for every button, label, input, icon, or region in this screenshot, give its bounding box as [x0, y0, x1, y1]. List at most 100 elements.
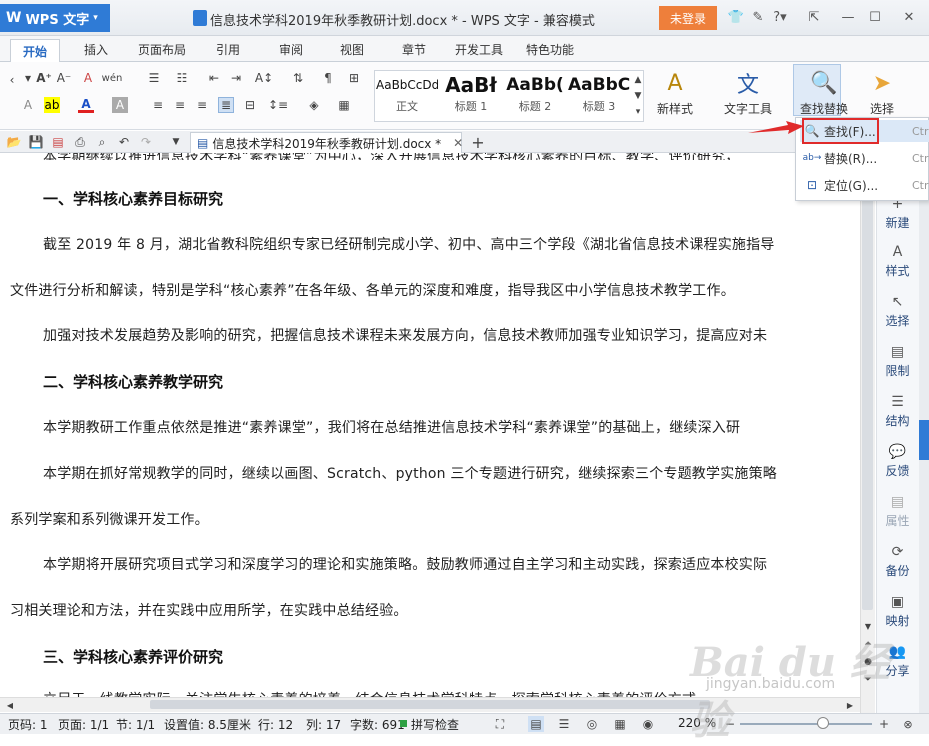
preview-icon[interactable]: ⌕ [94, 134, 110, 150]
skin-icon[interactable]: 👕 [727, 8, 745, 26]
decrease-indent-icon[interactable]: ⇤ [206, 70, 222, 86]
menu-item-goto[interactable]: ⊡ 定位(G)... Ctr [800, 174, 929, 196]
tab-references[interactable]: 引用 [216, 41, 240, 58]
border-icon[interactable]: ▦ [336, 97, 352, 113]
tab-chapter[interactable]: 章节 [402, 41, 426, 58]
document-tab[interactable]: ▤ 信息技术学科2019年秋季教研计划.docx * ✕ [190, 132, 463, 153]
align-left-icon[interactable]: ≡ [150, 97, 166, 113]
align-right-icon[interactable]: ≡ [194, 97, 210, 113]
text-tools-button[interactable]: 文文字工具 [716, 66, 780, 117]
number-list-icon[interactable]: ☷ [174, 70, 190, 86]
help-icon[interactable]: ?▾ [771, 8, 789, 26]
style-normal[interactable]: AaBbCcDd 正文 [376, 72, 438, 114]
status-spell[interactable]: 拼写检查 [411, 716, 459, 733]
style-icon: A [892, 244, 903, 260]
distributed-icon[interactable]: ⊟ [242, 97, 258, 113]
side-restrict[interactable]: ▤ 限制 [876, 344, 919, 379]
app-menu-button[interactable]: W WPS 文字 ▾ [0, 4, 110, 32]
chat-icon[interactable]: ✎ [749, 8, 767, 26]
style-heading-3[interactable]: AaBbC 标题 3 [568, 72, 630, 114]
tab-developer[interactable]: 开发工具 [455, 41, 503, 58]
tab-home[interactable]: 开始 [10, 39, 60, 62]
side-backup[interactable]: ⟳ 备份 [876, 544, 919, 579]
side-new[interactable]: + 新建 [876, 196, 919, 231]
export-pdf-icon[interactable]: ▤ [50, 134, 66, 150]
new-style-button[interactable]: A 新样式 [650, 66, 700, 117]
goto-icon: ⊡ [806, 178, 818, 192]
shrink-font-icon[interactable]: A⁻ [56, 70, 72, 86]
side-select[interactable]: ↖ 选择 [876, 294, 919, 329]
tab-review[interactable]: 审阅 [279, 41, 303, 58]
text-effect-icon[interactable]: A [20, 97, 36, 113]
status-setting: 设置值: 8.5厘米 [164, 718, 251, 732]
side-feedback[interactable]: 💬 反馈 [876, 444, 919, 479]
new-tab-icon[interactable]: + [470, 133, 486, 152]
save-icon[interactable]: 💾 [28, 134, 44, 150]
status-row: 行: 12 [258, 718, 294, 732]
tab-features[interactable]: 特色功能 [526, 41, 574, 58]
status-section: 节: 1/1 [116, 718, 156, 732]
collapse-left-icon[interactable]: ‹ [4, 72, 20, 88]
side-structure[interactable]: ☰ 结构 [876, 394, 919, 429]
font-size-dropdown-icon[interactable]: ▾ [20, 70, 36, 86]
fullscreen-icon[interactable]: ⛶ [492, 716, 508, 732]
justify-icon[interactable]: ≣ [218, 97, 234, 113]
close-tab-icon[interactable]: ✕ [453, 136, 463, 150]
maximize-icon[interactable]: ☐ [866, 8, 884, 26]
scroll-left-icon[interactable]: ◀ [2, 697, 18, 713]
minimize-icon[interactable]: — [839, 8, 857, 26]
increase-indent-icon[interactable]: ⇥ [228, 70, 244, 86]
tab-page-layout[interactable]: 页面布局 [138, 41, 186, 58]
horizontal-scroll-thumb[interactable] [150, 700, 710, 709]
status-words[interactable]: 字数: 691 [350, 716, 405, 733]
text-direction-icon[interactable]: A↕ [255, 70, 273, 86]
restrict-icon: ▤ [890, 344, 905, 360]
tab-view[interactable]: 视图 [340, 41, 364, 58]
status-col: 列: 17 [306, 718, 342, 732]
table-icon[interactable]: ⊞ [346, 70, 362, 86]
style-heading-1[interactable]: AaBł 标题 1 [440, 72, 502, 114]
menu-item-replace[interactable]: ab→ 替换(R)... Ctr [800, 147, 929, 169]
select-button[interactable]: ➤ 选择 [860, 66, 904, 117]
pinyin-icon[interactable]: wén [102, 70, 123, 86]
style-more-icon[interactable]: ▾ [630, 104, 646, 120]
panel-expand-tab[interactable] [919, 420, 929, 460]
align-center-icon[interactable]: ≡ [172, 97, 188, 113]
outline-view-icon[interactable]: ☰ [556, 716, 572, 732]
open-icon[interactable]: 📂 [6, 134, 22, 150]
find-replace-button[interactable]: 🔍 查找替换 [794, 66, 854, 117]
font-color-icon[interactable]: A [78, 97, 94, 113]
redo-icon[interactable]: ↷ [138, 134, 154, 150]
wps-logo-icon: W [6, 10, 22, 26]
doc-file-icon: ▤ [197, 136, 209, 150]
highlight-icon[interactable]: ab [44, 97, 60, 113]
web-view-icon[interactable]: ◎ [584, 716, 600, 732]
style-scroll-up-icon[interactable]: ▲ [630, 72, 646, 88]
restore-icon[interactable]: ⇱ [805, 8, 823, 26]
grow-font-icon[interactable]: A⁺ [36, 70, 52, 86]
style-heading-2[interactable]: AaBb(标题 2 [504, 72, 566, 114]
quick-access-dropdown-icon[interactable]: ▼ [168, 134, 184, 150]
tab-insert[interactable]: 插入 [84, 41, 108, 58]
eye-protect-icon[interactable]: ◉ [640, 716, 656, 732]
undo-icon[interactable]: ↶ [116, 134, 132, 150]
read-view-icon[interactable]: ▦ [612, 716, 628, 732]
show-marks-icon[interactable]: ¶ [320, 70, 336, 86]
print-icon[interactable]: ⎙ [72, 134, 88, 150]
paragraph-2: 加强对技术发展趋势及影响的研究，把握信息技术课程未来发展方向，信息技术教师加强专… [43, 328, 768, 344]
page-view-icon[interactable]: ▤ [528, 716, 544, 732]
style-scroll-down-icon[interactable]: ▼ [630, 88, 646, 104]
shading-fill-icon[interactable]: ◈ [306, 97, 322, 113]
char-shading-icon[interactable]: A [112, 97, 128, 113]
side-mapping[interactable]: ▣ 映射 [876, 594, 919, 629]
vertical-scroll-thumb[interactable] [862, 170, 873, 610]
close-icon[interactable]: ✕ [900, 8, 918, 26]
chinese-layout-icon[interactable]: ⇅ [290, 70, 306, 86]
side-style[interactable]: A 样式 [876, 244, 919, 279]
line-spacing-icon[interactable]: ↕≡ [268, 97, 288, 113]
login-button[interactable]: 未登录 [659, 6, 717, 30]
bullet-list-icon[interactable]: ☰ [146, 70, 162, 86]
side-properties[interactable]: ▤ 属性 [876, 494, 919, 529]
structure-icon: ☰ [891, 394, 904, 410]
clear-format-icon[interactable]: A [80, 70, 96, 86]
